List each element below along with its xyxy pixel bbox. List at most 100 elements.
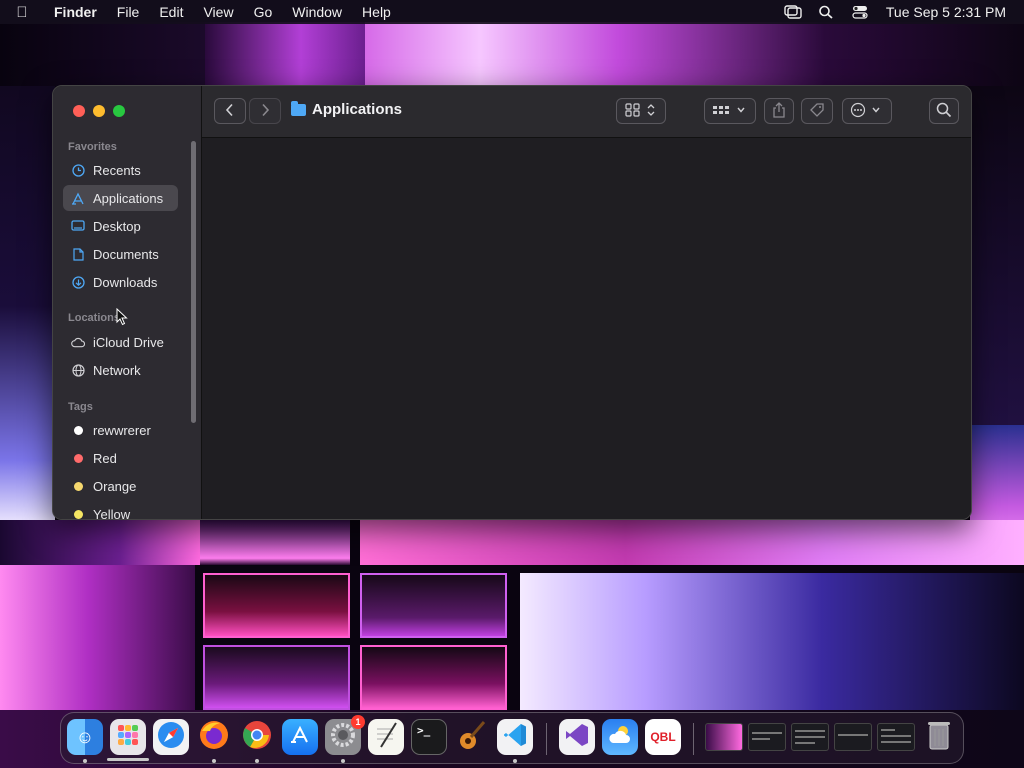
cloud-icon [71,335,85,349]
control-center-icon[interactable] [852,5,870,19]
dock-launchpad[interactable] [110,719,146,755]
qbl-app-label: QBL [650,730,676,744]
sidebar-item-icloud-drive[interactable]: iCloud Drive [63,329,178,355]
minimized-window-thumbnail[interactable] [877,723,915,751]
trash-icon [926,719,952,756]
close-button[interactable] [73,105,85,117]
tag-color-dot [74,509,83,519]
search-button[interactable] [929,98,959,124]
dock-garageband[interactable] [454,719,490,755]
sidebar-section-locations: Locations [68,312,120,324]
menu-edit[interactable]: Edit [149,4,193,20]
dock-weather[interactable] [602,719,638,755]
cloud-sun-icon [606,723,634,752]
actions-menu-button[interactable] [842,98,892,124]
sidebar-item-label: Red [93,450,117,466]
window-title: Applications [312,101,403,118]
menu-help[interactable]: Help [352,4,401,20]
forward-button[interactable] [249,98,281,124]
dock-visual-studio[interactable] [559,719,595,755]
view-mode-button[interactable] [616,98,666,124]
sidebar-item-label: Downloads [93,274,158,290]
notification-badge: 1 [351,715,365,729]
menu-app-name[interactable]: Finder [44,4,107,20]
minimized-window-thumbnail[interactable] [791,723,829,751]
finder-window: Favorites Recents Applications Desktop D… [52,85,972,520]
finder-face-icon: ☺ [75,726,95,747]
dock-chrome[interactable] [239,719,275,755]
dock-safari[interactable] [153,719,189,755]
menu-bar:  Finder File Edit View Go Window Help T… [0,0,1024,24]
launch-indicator [107,758,149,761]
menubar-clock[interactable]: Tue Sep 5 2:31 PM [886,4,1006,20]
menu-window[interactable]: Window [282,4,352,20]
running-indicator [513,759,517,763]
back-button[interactable] [214,98,246,124]
chevron-right-icon [260,103,270,120]
document-icon [71,247,85,261]
zoom-button[interactable] [113,105,125,117]
dock-qbl[interactable]: QBL [645,719,681,755]
dock-app-store[interactable] [282,719,318,755]
sidebar-item-label: Desktop [93,218,141,234]
dock-trash[interactable] [921,719,957,755]
spotlight-search-icon[interactable] [818,5,836,19]
app-store-icon [289,724,311,751]
menu-file[interactable]: File [107,4,150,20]
finder-sidebar: Favorites Recents Applications Desktop D… [53,86,202,519]
menu-go[interactable]: Go [244,4,283,20]
grouping-icon [711,103,749,120]
sidebar-section-favorites: Favorites [68,141,117,153]
minimize-button[interactable] [93,105,105,117]
sidebar-item-label: rewwrerer [93,422,151,438]
applications-icon [71,191,85,205]
sidebar-tag-orange[interactable]: Orange [63,473,178,499]
guitar-icon [457,719,487,756]
group-by-button[interactable] [704,98,756,124]
file-list-area[interactable] [202,138,971,519]
sidebar-item-desktop[interactable]: Desktop [63,213,178,239]
ellipsis-circle-icon [849,102,885,121]
sidebar-tag-yellow[interactable]: Yellow [63,501,178,520]
window-title-area: Applications [291,100,403,118]
dock-separator [693,723,694,755]
menu-view[interactable]: View [193,4,243,20]
sidebar-tag-red[interactable]: Red [63,445,178,471]
dock-firefox[interactable] [196,719,232,755]
firefox-icon [198,719,230,756]
tag-color-dot [74,453,83,463]
tag-color-dot [74,481,83,491]
tags-button[interactable] [801,98,833,124]
sidebar-item-network[interactable]: Network [63,357,178,383]
sidebar-item-recents[interactable]: Recents [63,157,178,183]
dock-system-settings[interactable]: 1 [325,715,365,755]
dock: ☺ 1 >_ QBL [60,712,964,764]
minimized-window-thumbnail[interactable] [834,723,872,751]
tag-icon [809,102,825,121]
dock-vscode[interactable] [497,719,533,755]
sidebar-item-label: Applications [93,190,164,206]
sidebar-item-label: Yellow [93,506,131,520]
sidebar-item-label: Network [93,362,141,378]
dock-textedit[interactable] [368,719,404,755]
sidebar-item-label: Documents [93,246,159,262]
chevron-left-icon [225,103,235,120]
minimized-window-thumbnail[interactable] [705,723,743,751]
dock-terminal[interactable]: >_ [411,719,447,755]
document-pen-icon [373,721,399,754]
stage-manager-icon[interactable] [784,5,802,19]
apple-menu-icon[interactable]:  [0,4,44,21]
sidebar-item-downloads[interactable]: Downloads [63,269,178,295]
sidebar-scrollbar[interactable] [191,141,196,423]
finder-toolbar: Applications [202,86,971,138]
dock-finder[interactable]: ☺ [67,719,103,755]
minimized-window-thumbnail[interactable] [748,723,786,751]
sidebar-tag-rewwrerer[interactable]: rewwrerer [63,417,178,443]
dock-separator [546,723,547,755]
sidebar-item-documents[interactable]: Documents [63,241,178,267]
sidebar-item-applications[interactable]: Applications [63,185,178,211]
share-button[interactable] [764,98,794,124]
running-indicator [83,759,87,763]
launchpad-grid-icon [116,723,140,752]
running-indicator [255,759,259,763]
